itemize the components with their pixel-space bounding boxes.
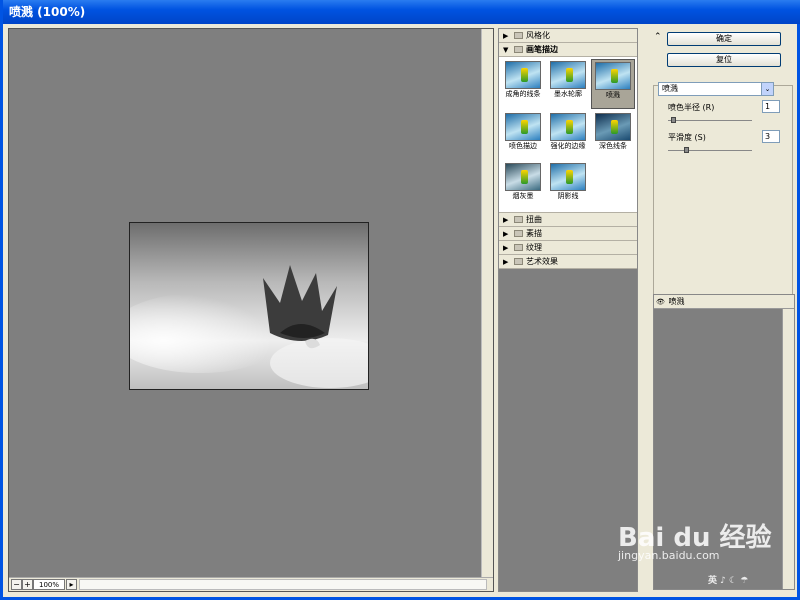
effect-layer-name: 喷溅 <box>668 297 685 306</box>
watermark-ime-icons: 英 ♪ ☾ ☂ <box>708 576 749 586</box>
expand-arrow-icon: ▶ <box>503 258 509 266</box>
spray-radius-slider-knob[interactable] <box>671 117 677 123</box>
spray-radius-input[interactable]: 1 <box>762 100 780 113</box>
thumb-ink-outlines[interactable]: 墨水轮廓 <box>546 61 590 99</box>
filter-thumbnail <box>550 113 586 141</box>
settings-column: ⌃ 确定 复位 喷溅 ⌄ 喷色半径 (R) 1 平滑度 (S) 3 👁 喷溅 <box>652 28 797 592</box>
lotus-photo <box>130 223 368 389</box>
gallery-empty-area <box>499 269 637 591</box>
filter-gallery-window: 喷溅 (100%) − + 100% ▸ ▶ 风格化 ▼ 画笔描边 成角的线条 … <box>0 0 800 600</box>
category-sketch[interactable]: ▶ 素描 <box>499 227 637 241</box>
horizontal-scroll-track[interactable] <box>79 579 487 590</box>
smoothness-input[interactable]: 3 <box>762 130 780 143</box>
brush-stroke-thumbnails: 成角的线条 墨水轮廓 喷溅 喷色描边 强化的边缘 深色线条 烟灰墨 阴影线 <box>499 57 637 213</box>
collapse-gallery-icon[interactable]: ⌃ <box>654 32 662 42</box>
category-label: 画笔描边 <box>526 45 558 54</box>
baidu-jingyan-watermark: Bai du 经验 jingyan.baidu.com 英 ♪ ☾ ☂ <box>618 517 772 586</box>
filter-select-value: 喷溅 <box>662 84 678 93</box>
filter-thumbnail <box>595 62 631 90</box>
filter-thumbnail <box>550 163 586 191</box>
thumb-sprayed-strokes[interactable]: 喷色描边 <box>501 113 545 151</box>
expand-arrow-icon: ▶ <box>503 216 509 224</box>
thumb-label: 墨水轮廓 <box>554 90 582 98</box>
effect-layer-row[interactable]: 👁 喷溅 <box>654 295 794 309</box>
smoothness-label: 平滑度 (S) <box>668 133 706 142</box>
category-artistic[interactable]: ▶ 艺术效果 <box>499 255 637 269</box>
thumb-label: 喷色描边 <box>509 142 537 150</box>
filter-thumbnail <box>505 61 541 89</box>
zoom-level[interactable]: 100% <box>33 579 65 590</box>
filter-settings-panel: 喷溅 ⌄ 喷色半径 (R) 1 平滑度 (S) 3 <box>653 82 793 317</box>
thumb-accented-edges[interactable]: 强化的边缘 <box>546 113 590 151</box>
thumb-crosshatch[interactable]: 阴影线 <box>546 163 590 201</box>
thumb-spatter[interactable]: 喷溅 <box>591 59 635 109</box>
ok-button[interactable]: 确定 <box>667 32 781 46</box>
smoothness-slider[interactable] <box>668 147 752 153</box>
thumb-dark-strokes[interactable]: 深色线条 <box>591 113 635 151</box>
category-label: 素描 <box>526 229 542 238</box>
title-bar: 喷溅 (100%) <box>3 0 800 24</box>
thumb-angled-strokes[interactable]: 成角的线条 <box>501 61 545 99</box>
filter-thumbnail <box>550 61 586 89</box>
filter-select[interactable]: 喷溅 ⌄ <box>658 82 774 96</box>
expand-arrow-icon: ▶ <box>503 244 509 252</box>
thumb-label: 强化的边缘 <box>550 142 586 150</box>
category-label: 纹理 <box>526 243 542 252</box>
zoom-out-button[interactable]: − <box>11 579 22 590</box>
preview-horizontal-scrollbar[interactable]: − + 100% ▸ <box>9 577 493 591</box>
thumb-label: 深色线条 <box>599 142 627 150</box>
filter-gallery: ▶ 风格化 ▼ 画笔描边 成角的线条 墨水轮廓 喷溅 喷色描边 强化的边缘 深色线条… <box>498 28 638 592</box>
category-stylize[interactable]: ▶ 风格化 <box>499 29 637 43</box>
folder-open-icon <box>514 46 523 53</box>
chevron-down-icon: ⌄ <box>761 83 773 95</box>
category-label: 风格化 <box>526 31 550 40</box>
zoom-menu-arrow-icon[interactable]: ▸ <box>66 579 77 590</box>
category-label: 艺术效果 <box>526 257 558 266</box>
filter-thumbnail <box>505 113 541 141</box>
category-brush-strokes[interactable]: ▼ 画笔描边 <box>499 43 637 57</box>
thumb-label: 烟灰墨 <box>512 192 534 200</box>
spray-radius-label: 喷色半径 (R) <box>668 103 715 112</box>
watermark-url: jingyan.baidu.com <box>618 549 720 562</box>
category-label: 扭曲 <box>526 215 542 224</box>
folder-icon <box>514 216 523 223</box>
filter-thumbnail <box>595 113 631 141</box>
thumb-label: 成角的线条 <box>505 90 541 98</box>
category-distort[interactable]: ▶ 扭曲 <box>499 213 637 227</box>
expand-arrow-icon: ▶ <box>503 32 509 40</box>
thumb-label: 喷溅 <box>606 91 620 99</box>
reset-button[interactable]: 复位 <box>667 53 781 67</box>
preview-vertical-scrollbar[interactable] <box>481 29 493 579</box>
filter-thumbnail <box>505 163 541 191</box>
preview-pane[interactable]: − + 100% ▸ <box>8 28 494 592</box>
layers-scrollbar[interactable] <box>782 309 794 589</box>
thumb-sumi-e[interactable]: 烟灰墨 <box>501 163 545 201</box>
folder-icon <box>514 258 523 265</box>
eye-icon[interactable]: 👁 <box>656 296 666 309</box>
smoothness-slider-knob[interactable] <box>684 147 689 153</box>
folder-icon <box>514 32 523 39</box>
zoom-in-button[interactable]: + <box>22 579 33 590</box>
category-texture[interactable]: ▶ 纹理 <box>499 241 637 255</box>
spray-radius-slider[interactable] <box>668 117 752 123</box>
preview-image <box>129 222 369 390</box>
expand-arrow-icon: ▶ <box>503 230 509 238</box>
folder-icon <box>514 244 523 251</box>
folder-icon <box>514 230 523 237</box>
collapse-arrow-icon: ▼ <box>503 46 509 54</box>
thumb-label: 阴影线 <box>557 192 579 200</box>
